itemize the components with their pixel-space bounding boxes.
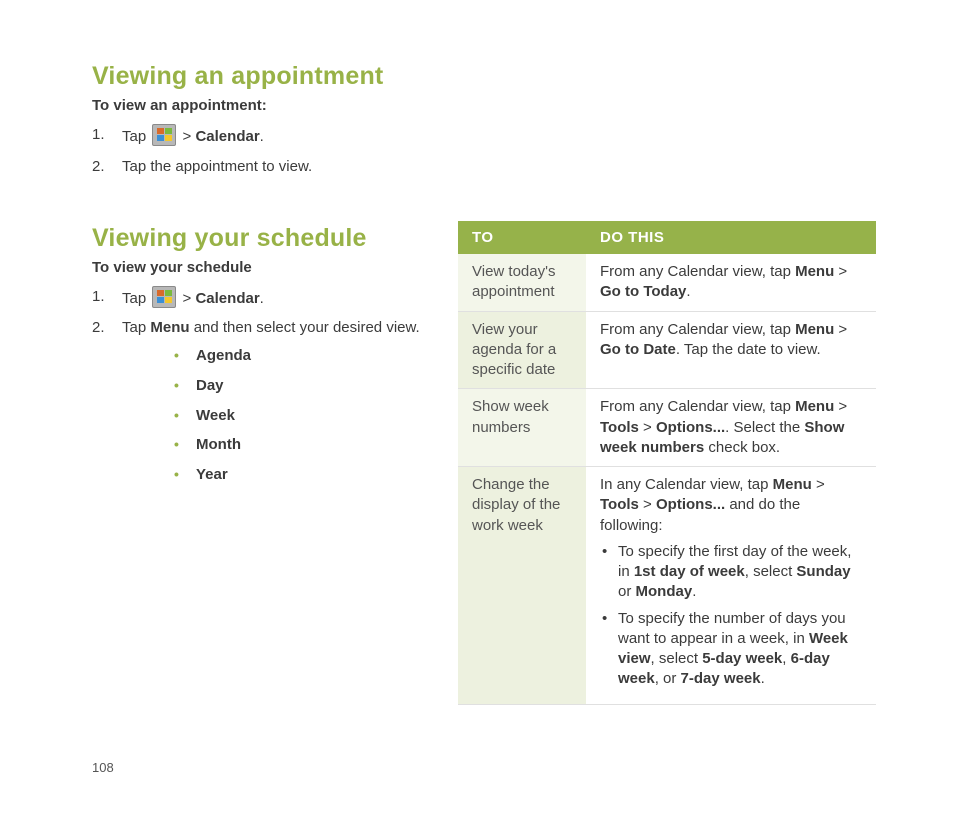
cell-text: . [761, 670, 765, 687]
subheading: To view your schedule [92, 259, 430, 276]
step-item: Tap the appointment to view. [92, 156, 430, 178]
ui-label: Sunday [796, 563, 850, 580]
step-text: > [178, 128, 195, 145]
ui-label: 7-day week [681, 670, 761, 687]
cell-text: , [782, 650, 790, 667]
ui-label: Menu [150, 319, 189, 336]
ui-label: Calendar [195, 128, 259, 145]
table-cell-to: View your agenda for a specific date [458, 311, 586, 389]
cell-text: , or [655, 670, 681, 687]
ui-label: Go to Today [600, 283, 686, 300]
cell-text: > [639, 419, 656, 436]
ui-label: Menu [795, 263, 834, 280]
ui-label: Menu [773, 476, 812, 493]
step-text: Tap [122, 128, 150, 145]
ui-label: Monday [636, 583, 693, 600]
bullet-item: To specify the first day of the week, in… [600, 542, 864, 603]
view-option: Month [168, 434, 430, 456]
table-row: Change the display of the work week In a… [458, 467, 876, 705]
ui-label: 5-day week [702, 650, 782, 667]
ui-label: Menu [795, 321, 834, 338]
step-text: > [178, 290, 195, 307]
windows-start-icon [152, 124, 176, 146]
section-heading-viewing-appointment: Viewing an appointment [92, 62, 430, 91]
bullet-item: To specify the number of days you want t… [600, 609, 864, 690]
step-item: Tap > Calendar. [92, 286, 430, 310]
table-cell-do: From any Calendar view, tap Menu > Go to… [586, 254, 876, 311]
cell-text: check box. [704, 439, 780, 456]
cell-text: , select [651, 650, 703, 667]
ui-label: Go to Date [600, 341, 676, 358]
cell-text: > [834, 398, 847, 415]
step-text: . [260, 128, 264, 145]
table-cell-do: From any Calendar view, tap Menu > Tools… [586, 389, 876, 467]
table-row: View your agenda for a specific date Fro… [458, 311, 876, 389]
table-cell-do: From any Calendar view, tap Menu > Go to… [586, 311, 876, 389]
step-item: Tap > Calendar. [92, 124, 430, 148]
table-cell-do: In any Calendar view, tap Menu > Tools >… [586, 467, 876, 705]
cell-text: . Select the [725, 419, 804, 436]
page-number: 108 [92, 760, 114, 775]
ui-label: 1st day of week [634, 563, 745, 580]
windows-start-icon [152, 286, 176, 308]
step-item: Tap Menu and then select your desired vi… [92, 317, 430, 486]
view-option: Year [168, 464, 430, 486]
cell-text: . [686, 283, 690, 300]
table-row: Show week numbers From any Calendar view… [458, 389, 876, 467]
cell-text: > [834, 321, 847, 338]
cell-text: From any Calendar view, tap [600, 398, 795, 415]
ui-label: Tools [600, 496, 639, 513]
table-cell-to: Show week numbers [458, 389, 586, 467]
view-option: Week [168, 405, 430, 427]
table-header-do: DO THIS [586, 221, 876, 254]
ui-label: Options... [656, 419, 725, 436]
view-option: Day [168, 375, 430, 397]
cell-text: . Tap the date to view. [676, 341, 821, 358]
cell-text: From any Calendar view, tap [600, 321, 795, 338]
ui-label: Menu [795, 398, 834, 415]
cell-text: or [618, 583, 636, 600]
section-heading-viewing-schedule: Viewing your schedule [92, 224, 430, 253]
cell-text: In any Calendar view, tap [600, 476, 773, 493]
subheading: To view an appointment: [92, 97, 430, 114]
view-option: Agenda [168, 345, 430, 367]
ui-label: Options... [656, 496, 725, 513]
cell-text: > [834, 263, 847, 280]
step-text: Tap [122, 290, 150, 307]
step-text: Tap [122, 319, 150, 336]
cell-text: > [812, 476, 825, 493]
table-row: View today's appointment From any Calend… [458, 254, 876, 311]
cell-text: , select [745, 563, 797, 580]
table-cell-to: View today's appointment [458, 254, 586, 311]
reference-table: TO DO THIS View today's appointment From… [458, 221, 876, 705]
ui-label: Calendar [195, 290, 259, 307]
cell-text: > [639, 496, 656, 513]
table-cell-to: Change the display of the work week [458, 467, 586, 705]
step-text: . [260, 290, 264, 307]
cell-text: . [692, 583, 696, 600]
table-header-to: TO [458, 221, 586, 254]
ui-label: Tools [600, 419, 639, 436]
cell-text: From any Calendar view, tap [600, 263, 795, 280]
step-text: and then select your desired view. [190, 319, 420, 336]
